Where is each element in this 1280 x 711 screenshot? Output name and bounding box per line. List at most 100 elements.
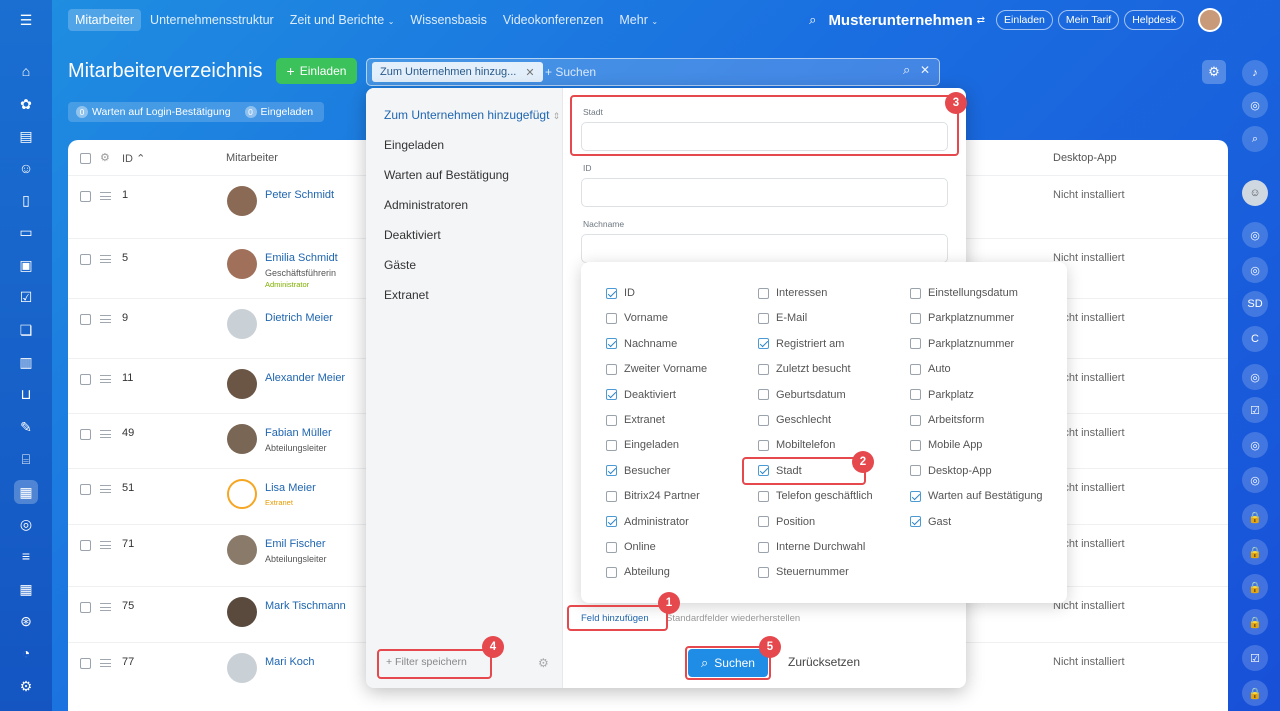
company-name[interactable]: Musterunternehmen: [828, 12, 972, 29]
filter-icon[interactable]: ≡: [14, 544, 38, 568]
preset-item-4[interactable]: Deaktiviert: [384, 228, 441, 242]
search-icon[interactable]: ⌕: [903, 62, 910, 78]
avatar[interactable]: [227, 597, 257, 627]
field-option[interactable]: Deaktiviert: [606, 389, 676, 401]
document-icon[interactable]: ▯: [14, 188, 38, 212]
field-option[interactable]: Position: [758, 516, 815, 528]
gear-icon[interactable]: ⚙: [538, 656, 549, 670]
c-avatar[interactable]: C: [1242, 326, 1268, 352]
lock-icon-2[interactable]: 🔒: [1242, 539, 1268, 565]
avatar[interactable]: [227, 479, 257, 509]
field-checkbox[interactable]: [910, 465, 921, 477]
field-option[interactable]: Eingeladen: [606, 439, 679, 451]
field-checkbox[interactable]: [910, 389, 921, 401]
settings-icon[interactable]: ⚙: [14, 674, 38, 698]
avatar[interactable]: [227, 309, 257, 339]
row-menu-icon[interactable]: [100, 659, 111, 667]
avatar[interactable]: [227, 653, 257, 683]
drive-icon[interactable]: ▭: [14, 220, 38, 244]
profile-avatar[interactable]: [1198, 8, 1222, 32]
lock-icon-4[interactable]: 🔒: [1242, 609, 1268, 635]
employee-name[interactable]: Alexander Meier: [265, 372, 345, 384]
presentation-icon[interactable]: ▣: [14, 253, 38, 277]
employee-name[interactable]: Mari Koch: [265, 656, 315, 668]
field-checkbox[interactable]: [606, 312, 617, 324]
invite-pill[interactable]: Einladen: [996, 10, 1053, 30]
field-option[interactable]: Geburtsdatum: [758, 389, 846, 401]
field-option[interactable]: Online: [606, 541, 656, 553]
menu-icon[interactable]: ☰: [14, 8, 38, 32]
user-avatar-icon[interactable]: ☺: [1242, 180, 1268, 206]
chat-icon-5[interactable]: ◎: [1242, 467, 1268, 493]
clear-search-icon[interactable]: ✕: [920, 63, 930, 77]
field-option[interactable]: E-Mail: [758, 312, 807, 324]
sign-icon[interactable]: ✎: [14, 415, 38, 439]
employee-name[interactable]: Fabian Müller: [265, 427, 332, 439]
row-menu-icon[interactable]: [100, 541, 111, 549]
chat-icon-3[interactable]: ◎: [1242, 364, 1268, 390]
restore-fields-link[interactable]: Standardfelder wiederherstellen: [666, 613, 800, 624]
row-checkbox[interactable]: [80, 658, 91, 669]
field-option[interactable]: Geschlecht: [758, 414, 831, 426]
chat-icon-4[interactable]: ◎: [1242, 432, 1268, 458]
field-option[interactable]: Telefon geschäftlich: [758, 490, 873, 502]
avatar[interactable]: [227, 535, 257, 565]
lock-icon-3[interactable]: 🔒: [1242, 574, 1268, 600]
counter-invited[interactable]: Eingeladen: [261, 106, 314, 118]
field-option[interactable]: Warten auf Bestätigung: [910, 490, 1043, 502]
copilot-icon[interactable]: ◎: [1242, 92, 1268, 118]
field-option[interactable]: Zweiter Vorname: [606, 363, 707, 375]
avatar[interactable]: [227, 369, 257, 399]
chat-icon[interactable]: ❏: [14, 318, 38, 342]
lock-icon-5[interactable]: 🔒: [1242, 680, 1268, 706]
field-checkbox[interactable]: [606, 439, 617, 451]
nav-mitarbeiter[interactable]: Mitarbeiter: [68, 9, 142, 31]
search-icon[interactable]: ⌕: [809, 12, 816, 28]
preset-item-0[interactable]: Zum Unternehmen hinzugefügt ⇕: [384, 108, 560, 122]
field-checkbox[interactable]: [910, 516, 921, 528]
field-checkbox[interactable]: [758, 414, 769, 426]
field-option[interactable]: Auto: [910, 363, 951, 375]
column-header-desktop[interactable]: Desktop-App: [1053, 152, 1117, 164]
employee-name[interactable]: Peter Schmidt: [265, 189, 334, 201]
nav-mehr[interactable]: Mehr ⌄: [612, 9, 665, 31]
field-checkbox[interactable]: [606, 389, 617, 401]
speed-icon[interactable]: ◔: [14, 641, 38, 665]
field-checkbox[interactable]: [758, 490, 769, 502]
field-option[interactable]: Mobile App: [910, 439, 982, 451]
row-checkbox[interactable]: [80, 602, 91, 613]
row-menu-icon[interactable]: [100, 315, 111, 323]
field-option[interactable]: Gast: [910, 516, 951, 528]
row-menu-icon[interactable]: [100, 192, 111, 200]
field-checkbox[interactable]: [758, 439, 769, 451]
field-checkbox[interactable]: [606, 363, 617, 375]
search-chat-icon[interactable]: ⌕: [1242, 126, 1268, 152]
field-checkbox[interactable]: [758, 516, 769, 528]
drag-icon[interactable]: ⇕: [553, 111, 561, 121]
helpdesk-pill[interactable]: Helpdesk: [1124, 10, 1184, 30]
employee-name[interactable]: Lisa Meier: [265, 482, 316, 494]
row-menu-icon[interactable]: [100, 603, 111, 611]
field-checkbox[interactable]: [910, 287, 921, 299]
field-input-nachname[interactable]: [581, 234, 948, 263]
field-checkbox[interactable]: [758, 389, 769, 401]
field-option[interactable]: Interne Durchwahl: [758, 541, 865, 553]
preset-item-1[interactable]: Eingeladen: [384, 138, 444, 152]
field-option[interactable]: Einstellungsdatum: [910, 287, 1018, 299]
field-checkbox[interactable]: [606, 516, 617, 528]
employee-name[interactable]: Mark Tischmann: [265, 600, 346, 612]
preset-item-2[interactable]: Warten auf Bestätigung: [384, 168, 509, 182]
field-checkbox[interactable]: [606, 541, 617, 553]
nav-zeit-und-berichte[interactable]: Zeit und Berichte ⌄: [283, 9, 402, 31]
field-option[interactable]: Zuletzt besucht: [758, 363, 851, 375]
avatar[interactable]: [227, 186, 257, 216]
invite-button[interactable]: + Einladen: [276, 58, 357, 84]
employee-name[interactable]: Emil Fischer: [265, 538, 326, 550]
field-option[interactable]: Vorname: [606, 312, 668, 324]
field-option[interactable]: Registriert am: [758, 338, 844, 350]
field-checkbox[interactable]: [758, 541, 769, 553]
field-option[interactable]: Desktop-App: [910, 465, 992, 477]
switch-icon[interactable]: ⇄: [977, 15, 985, 26]
field-option[interactable]: Extranet: [606, 414, 665, 426]
field-checkbox[interactable]: [606, 338, 617, 350]
